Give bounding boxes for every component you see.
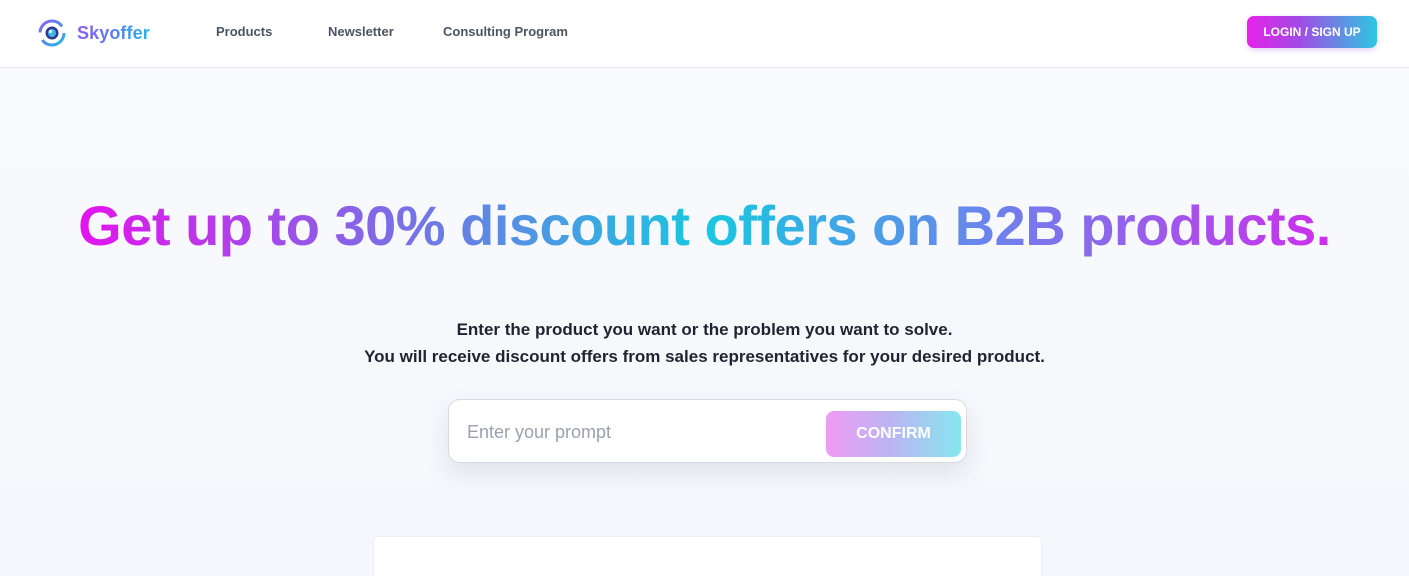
- nav-newsletter[interactable]: Newsletter: [328, 24, 394, 40]
- skyoffer-logo-icon: [38, 19, 66, 47]
- hero-section: Get up to 30% discount offers on B2B pro…: [0, 69, 1409, 576]
- brand-name: Skyoffer: [77, 22, 150, 43]
- brand-logo-link[interactable]: Skyoffer: [37, 16, 150, 50]
- hero-subline-1: Enter the product you want or the proble…: [456, 320, 953, 339]
- results-panel: [373, 536, 1042, 576]
- hero-headline: Get up to 30% discount offers on B2B pro…: [0, 195, 1409, 257]
- top-navigation-bar: Skyoffer Products Newsletter Consulting …: [0, 0, 1409, 68]
- nav-consulting-program[interactable]: Consulting Program: [443, 24, 568, 40]
- hero-subline-2: You will receive discount offers from sa…: [364, 347, 1045, 366]
- nav-products[interactable]: Products: [216, 24, 272, 40]
- prompt-form: CONFIRM: [448, 399, 967, 463]
- confirm-button[interactable]: CONFIRM: [826, 411, 961, 457]
- prompt-input[interactable]: [467, 412, 817, 452]
- login-signup-button[interactable]: LOGIN / SIGN UP: [1247, 16, 1377, 48]
